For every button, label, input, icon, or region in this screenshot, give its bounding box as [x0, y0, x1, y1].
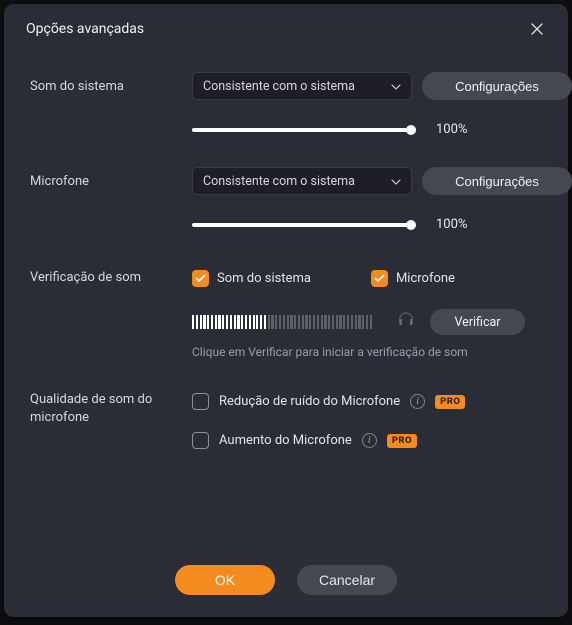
microphone-settings-button[interactable]: Configurações: [422, 167, 572, 195]
ok-button[interactable]: OK: [175, 565, 275, 595]
dialog-title: Opções avançadas: [26, 21, 144, 37]
info-icon[interactable]: i: [362, 433, 377, 448]
pro-badge: PRO: [435, 395, 465, 409]
mic-checkbox-wrap: Microfone: [371, 270, 455, 287]
system-sound-slider-value: 100%: [422, 122, 572, 137]
noise-reduction-checkbox[interactable]: [192, 393, 209, 410]
system-sound-slider[interactable]: [192, 128, 412, 132]
titlebar: Opções avançadas: [4, 4, 568, 48]
headphone-icon: [396, 310, 416, 334]
sound-check-hint-row: Clique em Verificar para iniciar a verif…: [30, 345, 542, 359]
sound-check-label: Verificação de som: [30, 270, 182, 287]
slider-knob[interactable]: [406, 125, 416, 135]
mic-boost-checkbox[interactable]: [192, 432, 209, 449]
mic-quality-options: Redução de ruído do Microfone i PRO Aume…: [192, 391, 542, 449]
info-icon[interactable]: i: [410, 394, 425, 409]
mic-quality-row: Qualidade de som do microfone Redução de…: [30, 391, 542, 449]
system-sound-select-value: Consistente com o sistema: [203, 79, 355, 94]
sound-check-row: Verificação de som Som do sistema Microf…: [30, 270, 542, 287]
microphone-select[interactable]: Consistente com o sistema: [192, 167, 412, 195]
sound-meter-row: Verificar: [30, 309, 542, 335]
mic-boost-option: Aumento do Microfone i PRO: [192, 432, 542, 449]
verify-button[interactable]: Verificar: [430, 309, 525, 335]
microphone-slider[interactable]: [192, 223, 412, 227]
system-sound-settings-button[interactable]: Configurações: [422, 72, 572, 100]
chevron-down-icon: [391, 79, 401, 94]
mic-quality-label: Qualidade de som do microfone: [30, 391, 182, 426]
dialog-footer: OK Cancelar: [4, 557, 568, 617]
mic-checkbox[interactable]: [371, 270, 388, 287]
chevron-down-icon: [391, 174, 401, 189]
slider-knob[interactable]: [406, 220, 416, 230]
advanced-options-dialog: Opções avançadas Som do sistema Consiste…: [4, 4, 568, 617]
microphone-slider-value: 100%: [422, 217, 572, 232]
system-sound-select[interactable]: Consistente com o sistema: [192, 72, 412, 100]
mic-boost-label: Aumento do Microfone: [219, 433, 352, 448]
sound-check-options: Som do sistema Microfone: [192, 270, 542, 287]
system-sound-checkbox-wrap: Som do sistema: [192, 270, 311, 287]
microphone-slider-row: 100%: [30, 217, 542, 232]
sound-level-meter: [192, 314, 382, 330]
system-sound-checkbox-label: Som do sistema: [217, 271, 311, 286]
system-sound-slider-row: 100%: [30, 122, 542, 137]
system-sound-checkbox[interactable]: [192, 270, 209, 287]
noise-reduction-option: Redução de ruído do Microfone i PRO: [192, 393, 542, 410]
sound-check-hint: Clique em Verificar para iniciar a verif…: [192, 345, 542, 359]
microphone-select-value: Consistente com o sistema: [203, 174, 355, 189]
sound-meter-area: Verificar: [192, 309, 542, 335]
system-sound-label: Som do sistema: [30, 79, 182, 94]
pro-badge: PRO: [387, 434, 417, 448]
cancel-button[interactable]: Cancelar: [297, 565, 397, 595]
system-sound-row: Som do sistema Consistente com o sistema…: [30, 72, 542, 100]
mic-checkbox-label: Microfone: [396, 271, 455, 286]
close-icon[interactable]: [526, 18, 548, 40]
noise-reduction-label: Redução de ruído do Microfone: [219, 394, 400, 409]
microphone-label: Microfone: [30, 174, 182, 189]
dialog-content: Som do sistema Consistente com o sistema…: [4, 48, 568, 557]
microphone-row: Microfone Consistente com o sistema Conf…: [30, 167, 542, 195]
